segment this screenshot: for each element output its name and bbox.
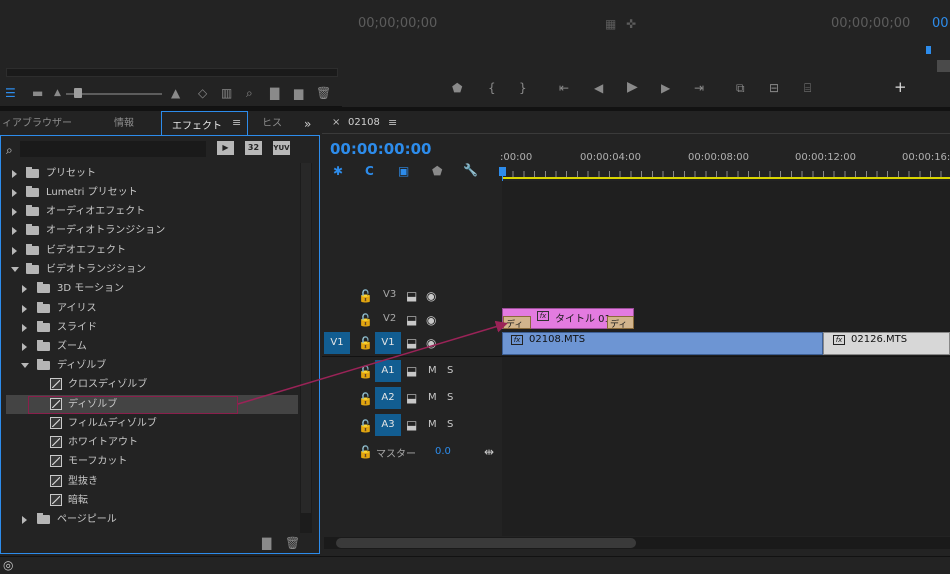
drag-arrow <box>237 320 508 405</box>
creative-cloud-icon[interactable]: ◎ <box>3 558 13 572</box>
status-bar: ◎ <box>0 556 950 574</box>
